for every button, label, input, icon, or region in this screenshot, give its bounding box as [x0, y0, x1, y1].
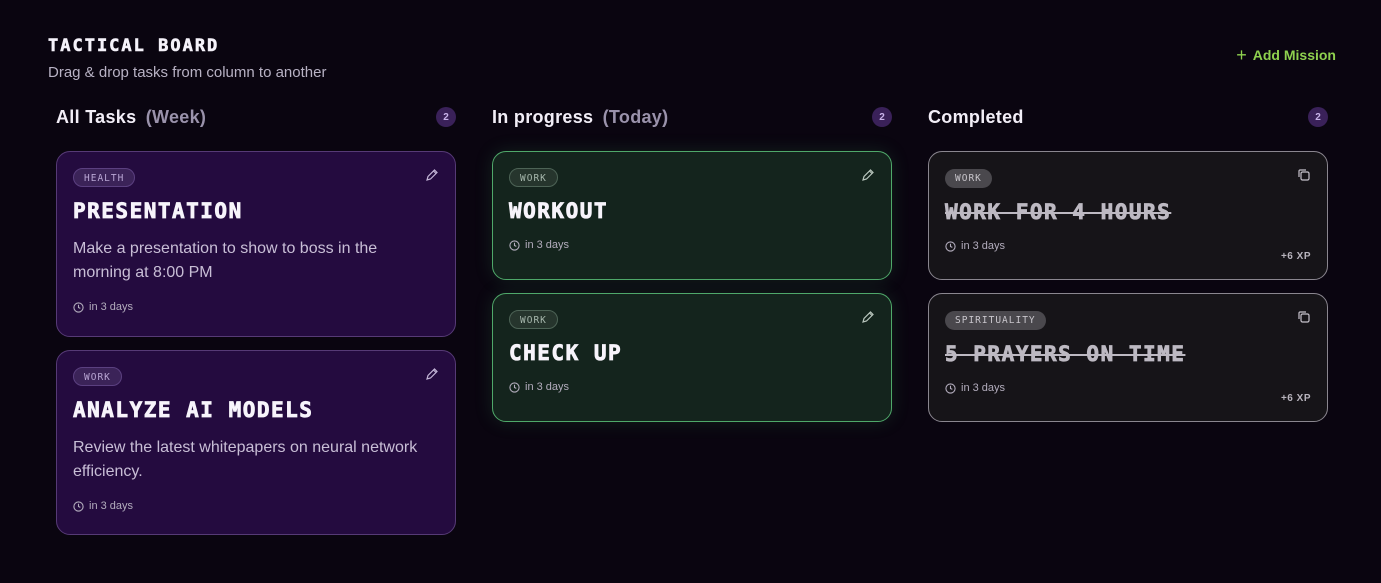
task-card[interactable]: SPIRITUALITY 5 PRAYERS ON TIME in 3 days…	[928, 293, 1328, 422]
pencil-icon[interactable]	[861, 168, 875, 182]
task-card[interactable]: HEALTH PRESENTATION Make a presentation …	[56, 151, 456, 337]
card-due: in 3 days	[945, 382, 1311, 394]
clock-icon	[509, 381, 520, 393]
due-text: in 3 days	[89, 301, 134, 313]
column-header: Completed 2	[928, 105, 1328, 129]
due-text: in 3 days	[525, 239, 570, 251]
column-in-progress: In progress (Today) 2 WORK WORKOUT in 3 …	[492, 105, 892, 422]
column-count-badge: 2	[436, 107, 456, 127]
due-text: in 3 days	[961, 382, 1006, 394]
add-mission-button[interactable]: + Add Mission	[1236, 45, 1336, 65]
category-tag: SPIRITUALITY	[945, 311, 1046, 330]
card-description: Review the latest whitepapers on neural …	[73, 439, 418, 480]
board-header: TACTICAL BOARD Drag & drop tasks from co…	[48, 36, 327, 81]
clock-icon	[73, 301, 84, 313]
pencil-icon[interactable]	[425, 367, 439, 381]
add-mission-label: Add Mission	[1252, 47, 1336, 63]
column-title: All Tasks	[56, 106, 137, 127]
pencil-icon[interactable]	[425, 168, 439, 182]
due-text: in 3 days	[961, 240, 1006, 252]
copy-icon[interactable]	[1297, 310, 1311, 324]
category-tag: WORK	[945, 169, 992, 188]
card-title: WORKOUT	[509, 199, 609, 224]
column-count-badge: 2	[1308, 107, 1328, 127]
xp-badge: +6 XP	[1280, 251, 1311, 262]
clock-icon	[945, 240, 956, 252]
card-due: in 3 days	[509, 381, 875, 393]
plus-icon: +	[1236, 45, 1247, 65]
task-card[interactable]: WORK WORK FOR 4 HOURS in 3 days +6 XP	[928, 151, 1328, 280]
card-due: in 3 days	[73, 500, 439, 512]
board-title: TACTICAL BOARD	[48, 36, 220, 57]
column-completed: Completed 2 WORK WORK FOR 4 HOURS in 3 d…	[928, 105, 1328, 422]
clock-icon	[945, 382, 956, 394]
copy-icon[interactable]	[1297, 168, 1311, 182]
category-tag: WORK	[73, 367, 122, 386]
task-card[interactable]: WORK ANALYZE AI MODELS Review the latest…	[56, 350, 456, 535]
column-title: Completed	[928, 106, 1024, 127]
card-description: Make a presentation to show to boss in t…	[73, 240, 378, 281]
task-card[interactable]: WORK CHECK UP in 3 days	[492, 293, 892, 422]
card-title: ANALYZE AI MODELS	[73, 398, 314, 423]
card-due: in 3 days	[73, 301, 439, 313]
card-title: CHECK UP	[509, 341, 623, 366]
card-title: PRESENTATION	[73, 199, 243, 224]
column-header: All Tasks (Week) 2	[56, 105, 456, 129]
column-qualifier: (Week)	[145, 106, 207, 127]
column-header: In progress (Today) 2	[492, 105, 892, 129]
task-card[interactable]: WORK WORKOUT in 3 days	[492, 151, 892, 280]
board-subtitle: Drag & drop tasks from column to another	[48, 64, 327, 81]
column-title: In progress	[492, 106, 594, 127]
clock-icon	[509, 239, 520, 251]
card-title: WORK FOR 4 HOURS	[945, 200, 1172, 225]
pencil-icon[interactable]	[861, 310, 875, 324]
category-tag: WORK	[509, 310, 558, 329]
card-due: in 3 days	[945, 240, 1311, 252]
xp-badge: +6 XP	[1280, 393, 1311, 404]
category-tag: HEALTH	[73, 168, 136, 187]
clock-icon	[73, 500, 84, 512]
card-due: in 3 days	[509, 239, 875, 251]
due-text: in 3 days	[89, 500, 134, 512]
due-text: in 3 days	[525, 381, 570, 393]
category-tag: WORK	[509, 168, 558, 187]
column-all-tasks: All Tasks (Week) 2 HEALTH PRESENTATION M…	[56, 105, 456, 535]
card-title: 5 PRAYERS ON TIME	[945, 342, 1186, 367]
column-count-badge: 2	[872, 107, 892, 127]
column-qualifier: (Today)	[602, 106, 669, 127]
